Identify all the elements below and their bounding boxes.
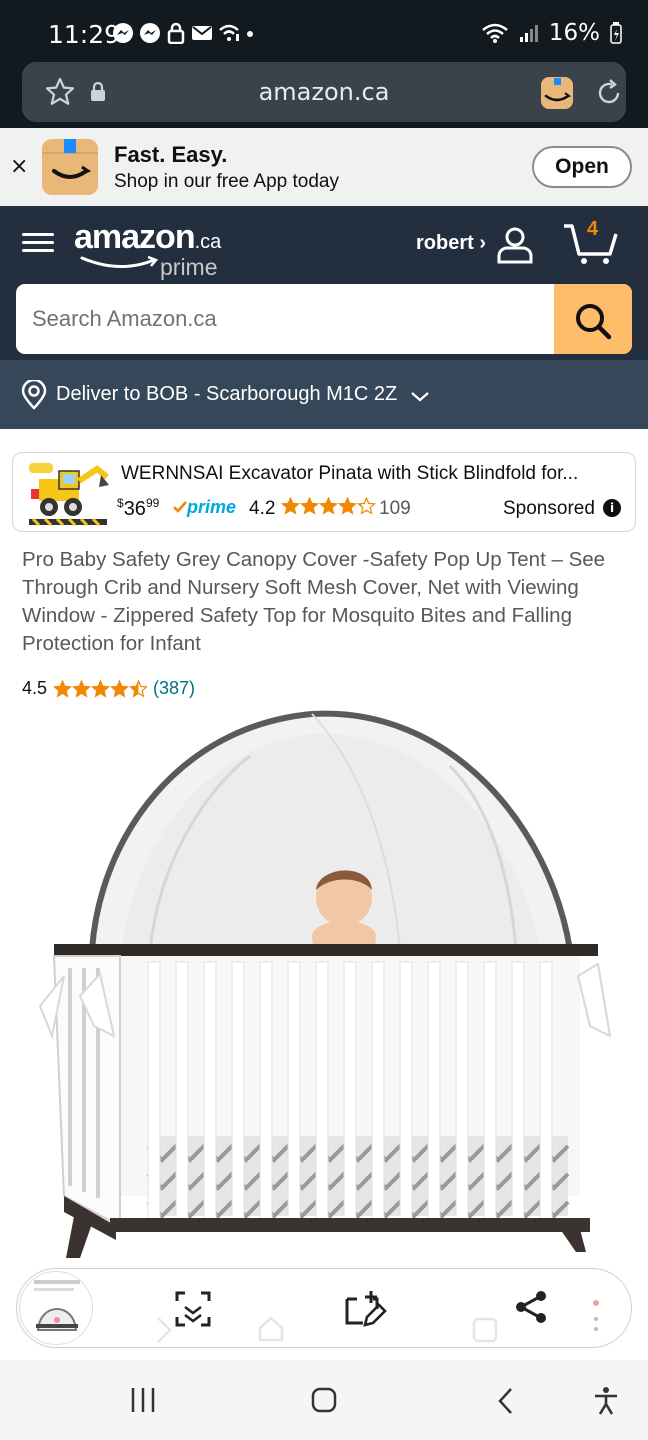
- accessibility-icon[interactable]: [592, 1386, 620, 1416]
- info-icon[interactable]: i: [603, 499, 621, 517]
- ad-title[interactable]: WERNNSAI Excavator Pinata with Stick Bli…: [121, 463, 601, 485]
- reload-icon[interactable]: [594, 78, 624, 108]
- rating-value: 4.5: [22, 678, 48, 698]
- home-icon: [258, 1316, 284, 1342]
- product-title: Pro Baby Safety Grey Canopy Cover -Safet…: [22, 548, 606, 655]
- deliver-text: Deliver to BOB - Scarborough M1C 2Z: [56, 383, 398, 405]
- star-icon: [71, 679, 92, 698]
- search-button[interactable]: [554, 284, 632, 354]
- logo-smile-icon: [80, 256, 159, 269]
- search-bar: Search Amazon.ca: [16, 284, 632, 354]
- system-nav-bar: [0, 1360, 648, 1440]
- search-icon: [576, 304, 612, 340]
- star-icon: [318, 497, 339, 515]
- star-icon: [281, 497, 301, 515]
- messenger-icon: [113, 23, 133, 43]
- star-icon: [356, 497, 377, 515]
- ad-star-rating: [281, 497, 377, 515]
- back-icon[interactable]: [496, 1386, 516, 1416]
- share-icon[interactable]: [513, 1289, 549, 1325]
- close-banner-button[interactable]: ×: [10, 154, 28, 179]
- ad-review-count[interactable]: 109: [379, 498, 411, 520]
- cart-count: 4: [587, 218, 599, 240]
- battery-icon: [610, 22, 622, 44]
- tabs-icon: [472, 1317, 498, 1343]
- battery-percent: 16%: [548, 20, 600, 46]
- star-icon: [90, 679, 111, 698]
- star-icon: [109, 679, 130, 698]
- status-right: 16%: [481, 20, 622, 46]
- sponsored-ad[interactable]: WERNNSAI Excavator Pinata with Stick Bli…: [12, 452, 636, 532]
- wifi-alert-icon: [219, 24, 239, 41]
- logo-text: amazon: [74, 218, 196, 256]
- prime-badge: prime: [173, 497, 236, 518]
- status-time: 11:29: [48, 20, 121, 49]
- page: 11:29 16% amazon.ca × Fast. Easy. Shop i…: [0, 0, 648, 1440]
- hamburger-menu-icon[interactable]: [22, 228, 54, 260]
- sponsored-label: Sponsored: [503, 498, 595, 519]
- product-rating[interactable]: 4.5 (387): [22, 678, 195, 699]
- ad-price: $3699: [117, 496, 159, 521]
- chevron-down-icon: [411, 392, 429, 402]
- wifi-icon: [482, 23, 508, 43]
- star-icon: [128, 679, 148, 698]
- edit-capture-icon[interactable]: [343, 1289, 387, 1329]
- search-input[interactable]: Search Amazon.ca: [32, 306, 217, 332]
- product-image[interactable]: [30, 706, 620, 1266]
- app-banner: × Fast. Easy. Shop in our free App today…: [0, 128, 648, 206]
- lock-icon: [167, 22, 185, 44]
- amazon-logo[interactable]: amazon.ca prime: [74, 218, 222, 280]
- crib-slats: [147, 961, 553, 1223]
- banner-subtitle: Shop in our free App today: [114, 171, 339, 192]
- user-icon[interactable]: [494, 224, 536, 266]
- location-pin-icon: [21, 380, 47, 410]
- amazon-app-icon: [42, 139, 98, 195]
- deliver-to-bar[interactable]: Deliver to BOB - Scarborough M1C 2Z: [0, 360, 648, 429]
- scan-icon[interactable]: [173, 1289, 213, 1329]
- screenshot-toolbar: [16, 1268, 632, 1348]
- price-fraction: 99: [145, 496, 160, 510]
- home-button-icon[interactable]: [310, 1386, 338, 1414]
- banner-title: Fast. Easy.: [114, 142, 228, 167]
- browser-toolbar: amazon.ca: [0, 58, 648, 128]
- screenshot-thumbnail[interactable]: [19, 1271, 93, 1345]
- ad-rating: 4.2: [249, 498, 276, 519]
- address-bar[interactable]: amazon.ca: [22, 62, 626, 122]
- star-icon: [53, 679, 73, 698]
- url-text: amazon.ca: [258, 78, 390, 106]
- logo-prime: prime: [160, 254, 218, 280]
- star-rating: [53, 679, 148, 698]
- amazon-extension-icon[interactable]: [540, 76, 574, 110]
- open-app-button[interactable]: Open: [532, 146, 632, 188]
- price-whole: 36: [123, 498, 146, 520]
- excavator-thumbnail: [29, 463, 109, 527]
- prime-check-icon: [173, 501, 187, 513]
- more-options-icon[interactable]: [591, 1297, 601, 1337]
- chevron-right-icon: [157, 1317, 172, 1343]
- messenger-icon: [140, 23, 160, 43]
- star-icon: [337, 497, 358, 515]
- review-count-link[interactable]: (387): [153, 678, 195, 699]
- mail-icon: [192, 26, 212, 40]
- notification-icons: [112, 22, 255, 44]
- site-header: amazon.ca prime robert › 4 Search Amazon…: [0, 206, 648, 360]
- dot-icon: [247, 31, 253, 37]
- price-currency: $: [117, 496, 124, 510]
- account-link[interactable]: robert ›: [416, 232, 486, 255]
- logo-suffix: .ca: [194, 231, 222, 253]
- signal-icon: [519, 25, 538, 42]
- prime-label: prime: [187, 497, 237, 517]
- star-icon: [299, 497, 320, 515]
- recent-apps-icon[interactable]: [130, 1386, 156, 1414]
